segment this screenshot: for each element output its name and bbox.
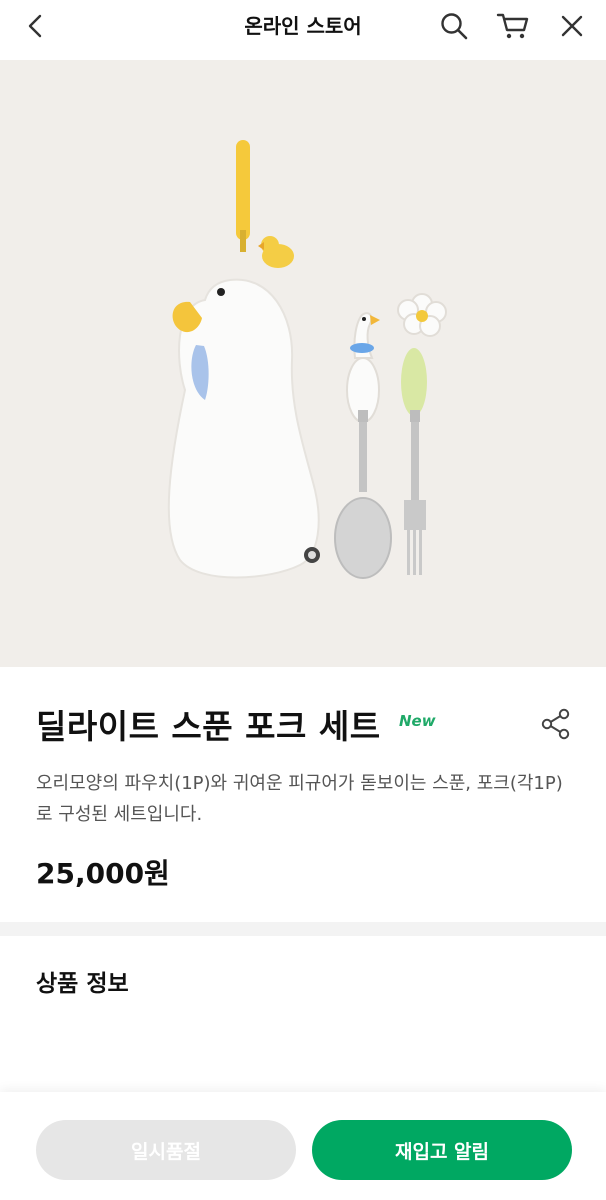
share-button[interactable]	[534, 702, 578, 746]
search-button[interactable]	[430, 0, 478, 52]
product-image	[0, 60, 606, 667]
new-badge: New	[399, 712, 436, 730]
soldout-button[interactable]: 일시품절	[36, 1120, 296, 1180]
product-info-heading: 상품 정보	[36, 971, 129, 997]
back-button[interactable]	[12, 0, 60, 52]
bottom-action-bar: 일시품절 재입고 알림	[0, 1092, 606, 1200]
close-icon	[561, 15, 583, 37]
product-title: 딜라이트 스푼 포크 세트	[36, 707, 381, 746]
product-price: 25,000원	[36, 857, 170, 890]
search-icon	[441, 13, 468, 40]
chevron-left-icon	[28, 14, 42, 38]
section-divider	[0, 922, 606, 936]
top-nav-bar: 온라인 스토어	[0, 0, 606, 52]
product-description: 오리모양의 파우치(1P)와 귀여운 피규어가 돋보이는 스푼, 포크(각1P)…	[36, 773, 563, 825]
restock-alert-button[interactable]: 재입고 알림	[312, 1120, 572, 1180]
cart-button[interactable]	[489, 0, 537, 52]
close-button[interactable]	[548, 0, 596, 52]
product-illustration	[167, 140, 447, 579]
cart-icon	[496, 13, 529, 39]
share-icon	[541, 708, 570, 740]
